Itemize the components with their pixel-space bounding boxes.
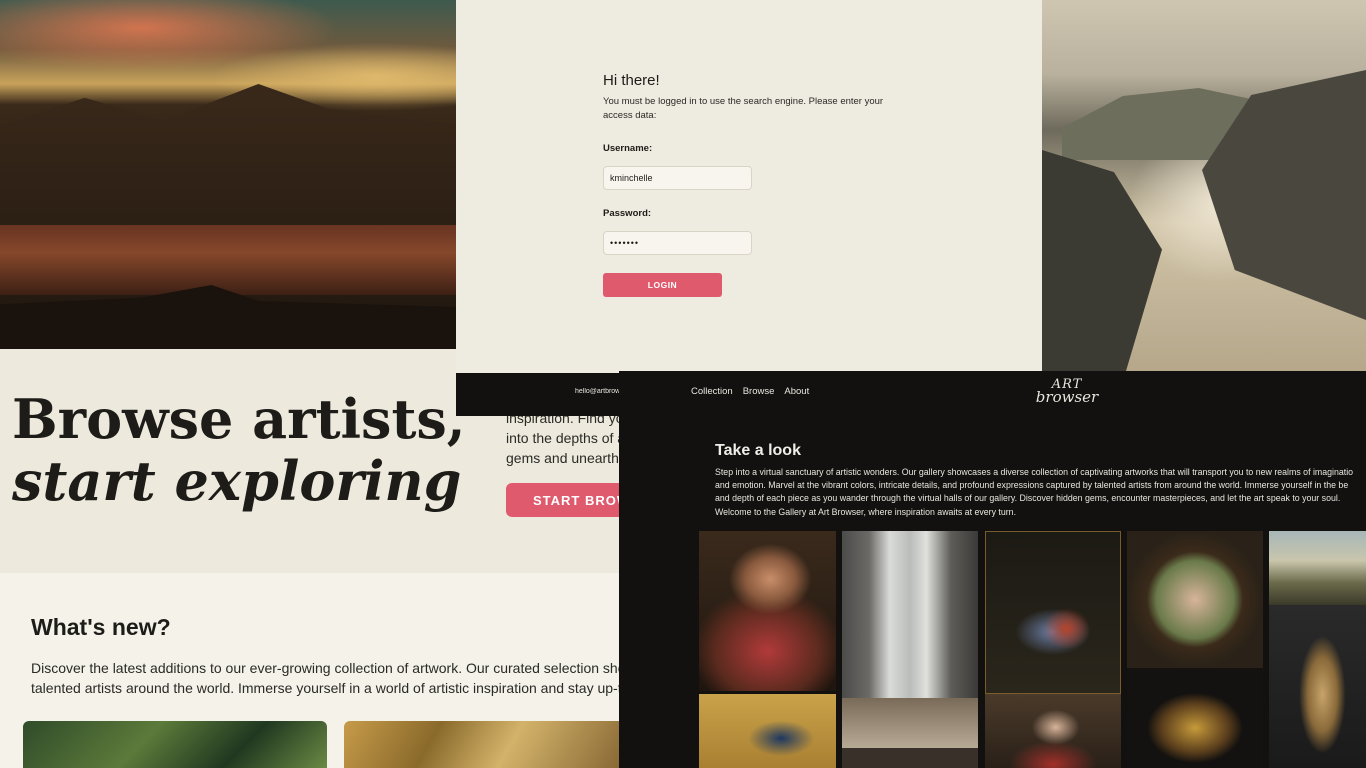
hero-description: inspiration. Find yo into the depths of … [506, 408, 636, 468]
art-browser-logo[interactable]: ART browser [1032, 378, 1102, 406]
gallery-title: Take a look [715, 442, 801, 459]
hero-title: Browse artists, start exploring [12, 388, 466, 512]
hero-title-line1: Browse artists, [12, 387, 466, 451]
artwork-still-life[interactable] [985, 531, 1121, 694]
footer-email-link[interactable]: hello@artbrow [575, 388, 619, 395]
painting-lake [0, 225, 470, 295]
password-label: Password: [603, 208, 652, 219]
username-label: Username: [603, 143, 653, 154]
whats-new-description: Discover the latest additions to our eve… [31, 658, 631, 698]
gallery-description-line: Welcome to the Gallery at Art Browser, w… [715, 506, 1017, 517]
logo-line2: browser [1035, 388, 1099, 406]
gallery-description: Step into a virtual sanctuary of artisti… [715, 466, 1366, 519]
whats-new-line: Discover the latest additions to our eve… [31, 660, 631, 676]
gallery-description-line: and emotion. Marvel at the vibrant color… [715, 480, 1349, 491]
sunset-lake-painting [0, 0, 470, 349]
new-artwork-card[interactable] [23, 721, 327, 768]
new-artwork-card[interactable] [344, 721, 644, 768]
login-button[interactable]: LOGIN [603, 273, 722, 297]
nav-browse[interactable]: Browse [743, 386, 775, 397]
whats-new-title: What's new? [31, 614, 171, 640]
artwork-mother-child-tondo[interactable] [1127, 531, 1263, 668]
login-greeting: Hi there! [603, 72, 660, 89]
artwork-dancers[interactable] [842, 698, 978, 748]
nav-collection[interactable]: Collection [691, 386, 733, 397]
gallery-description-line: and depth of each piece as you wander th… [715, 493, 1341, 504]
hero-description-line: gems and unearth r [506, 450, 628, 466]
artwork-portrait-man[interactable] [699, 531, 836, 691]
artwork-sculpture[interactable] [1269, 605, 1366, 768]
painting-rock-left [1042, 150, 1162, 371]
artwork-landscape[interactable] [1269, 531, 1366, 605]
artwork-tile[interactable] [842, 748, 978, 768]
artwork-window-interior[interactable] [842, 531, 978, 698]
artwork-gilded-object[interactable] [1127, 668, 1263, 768]
artwork-portrait-girl[interactable] [985, 694, 1121, 768]
username-field[interactable]: kminchelle [603, 166, 752, 190]
waterfall-painting [1042, 0, 1366, 371]
hero-title-line2: start exploring [12, 449, 462, 513]
whats-new-line: talented artists around the world. Immer… [31, 680, 631, 696]
artwork-yellow-painting[interactable] [699, 694, 836, 768]
hero-description-line: into the depths of a [506, 430, 626, 446]
main-nav: Collection Browse About [691, 386, 809, 397]
password-field[interactable]: ••••••• [603, 231, 752, 255]
login-description: You must be logged in to use the search … [603, 96, 884, 121]
nav-about[interactable]: About [784, 386, 809, 397]
gallery-description-line: Step into a virtual sanctuary of artisti… [715, 467, 1354, 477]
